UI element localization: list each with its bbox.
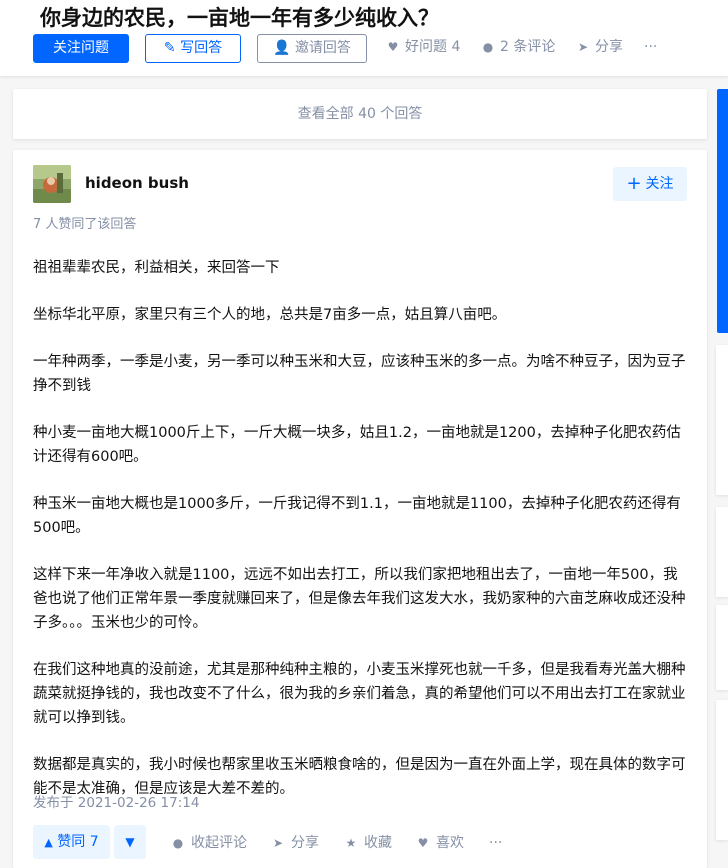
sidebar-panel xyxy=(716,700,728,840)
follow-author-button[interactable]: + 关注 xyxy=(613,167,687,201)
answer-paragraph: 一年种两季，一季是小麦，另一季可以种玉米和大豆，应该种玉米的多一点。为啥不种豆子… xyxy=(33,354,686,394)
view-all-answers-button[interactable]: 查看全部 40 个回答 xyxy=(13,89,707,139)
votes-summary: 7 人赞同了该回答 xyxy=(33,217,137,232)
collect-icon: ★ xyxy=(345,836,357,850)
sidebar-panel xyxy=(716,345,728,495)
answer-paragraph: 种小麦一亩地大概1000斤上下，一斤大概一块多，姑且1.2，一亩地就是1200，… xyxy=(33,425,681,465)
invite-answer-label: 邀请回答 xyxy=(294,40,351,56)
answer-paragraph: 这样下来一年净收入就是1100，远远不如出去打工，所以我们家把地租出去了，一亩地… xyxy=(33,567,686,631)
invite-answer-button[interactable]: 👤 邀请回答 xyxy=(257,34,367,63)
collapse-comments-button[interactable]: ● 收起评论 xyxy=(171,832,247,854)
good-question-label: 好问题 4 xyxy=(405,39,461,55)
answer-paragraph: 坐标华北平原，家里只有三个人的地，总共是7亩多一点，姑且算八亩吧。 xyxy=(33,307,507,323)
like-button[interactable]: ♥ 喜欢 xyxy=(416,832,464,854)
question-header: 你身边的农民，一亩地一年有多少纯收入？ 关注问题 ✎ 写回答 👤 邀请回答 ♥ 好… xyxy=(0,0,728,76)
answer-paragraph: 在我们这种地真的没前途，尤其是那种纯种主粮的，小麦玉米撑死也就一千多，但是我看寿… xyxy=(33,662,686,726)
heart-icon: ♥ xyxy=(417,836,429,850)
answer-more-button[interactable]: ··· xyxy=(489,832,502,854)
share-icon: ➤ xyxy=(577,40,589,54)
question-comments-label: 2 条评论 xyxy=(500,39,556,55)
question-share-label: 分享 xyxy=(595,39,623,55)
write-answer-button[interactable]: ✎ 写回答 xyxy=(145,34,241,63)
vote-down-button[interactable]: ▼ xyxy=(114,825,146,859)
write-answer-label: 写回答 xyxy=(180,40,223,56)
publish-time[interactable]: 发布于 2021-02-26 17:14 xyxy=(33,793,199,813)
comment-icon: ● xyxy=(172,836,184,850)
answer-share-label: 分享 xyxy=(291,835,319,851)
invite-icon: 👤 xyxy=(273,40,291,56)
author-name[interactable]: hideon bush xyxy=(85,172,189,194)
plus-icon: + xyxy=(626,173,642,194)
collect-button[interactable]: ★ 收藏 xyxy=(344,832,392,854)
share-icon: ➤ xyxy=(272,836,284,850)
triangle-down-icon: ▼ xyxy=(125,835,135,849)
comment-icon: ● xyxy=(482,40,494,54)
pen-icon: ✎ xyxy=(163,40,176,56)
avatar-image xyxy=(33,165,71,203)
answer-card: hideon bush + 关注 7 人赞同了该回答 祖祖辈辈农民，利益相关，来回… xyxy=(13,150,707,868)
question-comments-button[interactable]: ● 2 条评论 xyxy=(481,36,556,58)
answer-content: 祖祖辈辈农民，利益相关，来回答一下 坐标华北平原，家里只有三个人的地，总共是7亩… xyxy=(33,256,689,824)
vote-up-button[interactable]: ▲ 赞同 7 xyxy=(33,825,110,859)
good-question-button[interactable]: ♥ 好问题 4 xyxy=(386,36,461,58)
vote-up-label: 赞同 7 xyxy=(57,834,99,850)
collapse-comments-label: 收起评论 xyxy=(191,835,247,851)
like-label: 喜欢 xyxy=(436,835,464,851)
question-more-button[interactable]: ··· xyxy=(644,36,657,58)
follow-author-label: 关注 xyxy=(645,176,674,192)
sidebar-panel xyxy=(716,605,728,690)
triangle-up-icon: ▲ xyxy=(44,836,53,849)
answer-share-button[interactable]: ➤ 分享 xyxy=(271,832,319,854)
sidebar-accent-bar xyxy=(717,89,728,333)
question-title[interactable]: 你身边的农民，一亩地一年有多少纯收入？ xyxy=(40,4,439,32)
answer-paragraph: 祖祖辈辈农民，利益相关，来回答一下 xyxy=(33,260,280,276)
good-question-icon: ♥ xyxy=(387,40,399,54)
question-share-button[interactable]: ➤ 分享 xyxy=(576,36,623,58)
collect-label: 收藏 xyxy=(364,835,392,851)
follow-question-button[interactable]: 关注问题 xyxy=(33,34,129,63)
answer-paragraph: 种玉米一亩地大概也是1000多斤，一斤我记得不到1.1，一亩地就是1100，去掉… xyxy=(33,496,681,536)
sidebar-panel xyxy=(716,507,728,597)
author-avatar[interactable] xyxy=(33,165,71,203)
